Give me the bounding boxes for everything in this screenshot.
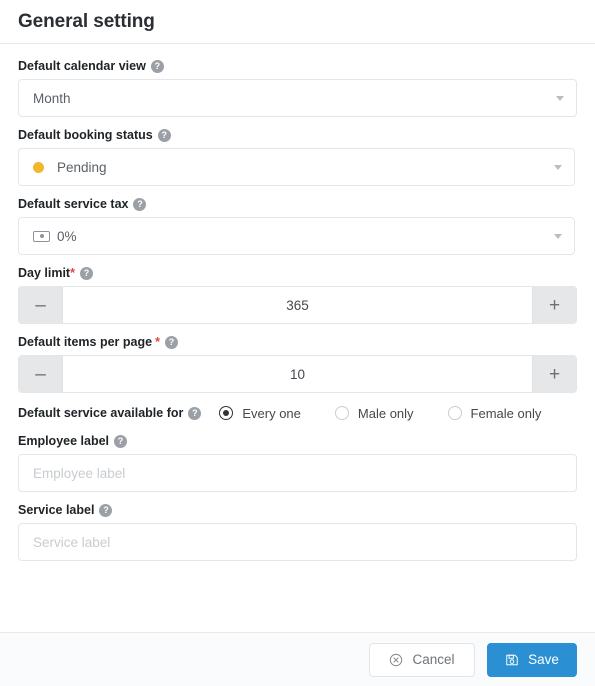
label-items-per-page: Default items per page * ? (18, 334, 577, 350)
label-default-calendar-view: Default calendar view ? (18, 58, 577, 74)
field-default-service-tax: Default service tax ? 0% (18, 196, 577, 255)
chevron-down-icon (554, 234, 562, 239)
help-icon[interactable]: ? (79, 266, 93, 280)
help-icon[interactable]: ? (164, 335, 178, 349)
field-day-limit: Day limit * ? – 365 + (18, 265, 577, 324)
save-button-label: Save (528, 652, 559, 667)
floppy-disk-icon (505, 653, 519, 667)
help-icon[interactable]: ? (150, 59, 164, 73)
service-label-input[interactable] (18, 523, 577, 561)
radio-female-only[interactable]: Female only (447, 405, 542, 421)
money-icon (33, 230, 50, 242)
chevron-down-icon (554, 165, 562, 170)
label-service-label: Service label ? (18, 502, 577, 518)
label-default-booking-status: Default booking status ? (18, 127, 577, 143)
booking-status-select[interactable]: Pending (18, 148, 575, 186)
field-service-available-for: Default service available for ? Every on… (18, 405, 577, 421)
label-text: Default items per page (18, 335, 153, 349)
help-icon[interactable]: ? (188, 406, 202, 420)
service-tax-select[interactable]: 0% (18, 217, 575, 255)
field-employee-label: Employee label ? (18, 433, 577, 492)
items-per-page-increment-button[interactable]: + (532, 356, 576, 392)
field-service-label: Service label ? (18, 502, 577, 561)
items-per-page-value[interactable]: 10 (63, 356, 532, 392)
chevron-down-icon (556, 96, 564, 101)
label-employee-label: Employee label ? (18, 433, 577, 449)
help-icon[interactable]: ? (157, 128, 171, 142)
label-text: Service label (18, 503, 95, 517)
day-limit-stepper: – 365 + (18, 286, 577, 324)
general-setting-panel: General setting Default calendar view ? … (0, 0, 595, 686)
service-tax-value: 0% (57, 228, 77, 244)
panel-footer: Cancel Save (0, 632, 595, 686)
calendar-view-select[interactable]: Month (18, 79, 577, 117)
field-items-per-page: Default items per page * ? – 10 + (18, 334, 577, 393)
radio-label: Every one (242, 405, 301, 421)
label-service-available-for: Default service available for ? (18, 405, 202, 421)
cancel-button[interactable]: Cancel (369, 642, 475, 677)
field-default-calendar-view: Default calendar view ? Month (18, 58, 577, 117)
page-title: General setting (18, 10, 155, 32)
radio-every-one[interactable]: Every one (219, 406, 301, 421)
required-marker: * (155, 335, 160, 349)
calendar-view-value: Month (33, 90, 71, 106)
required-marker: * (70, 266, 75, 280)
label-default-service-tax: Default service tax ? (18, 196, 577, 212)
radio-mark-icon (447, 406, 462, 420)
label-day-limit: Day limit * ? (18, 265, 577, 281)
radio-label: Male only (357, 405, 414, 421)
help-icon[interactable]: ? (114, 434, 128, 448)
panel-header: General setting (0, 0, 595, 44)
items-per-page-stepper: – 10 + (18, 355, 577, 393)
label-text: Default calendar view (18, 59, 146, 73)
label-text: Default service tax (18, 197, 129, 211)
radio-mark-icon (219, 406, 234, 420)
day-limit-value[interactable]: 365 (63, 287, 532, 323)
items-per-page-decrement-button[interactable]: – (19, 356, 63, 392)
label-text: Default booking status (18, 128, 153, 142)
field-default-booking-status: Default booking status ? Pending (18, 127, 577, 186)
label-text: Default service available for (18, 406, 184, 420)
label-text: Day limit (18, 266, 71, 280)
radio-label: Female only (470, 405, 542, 421)
help-icon[interactable]: ? (99, 503, 113, 517)
radio-male-only[interactable]: Male only (334, 405, 414, 421)
label-text: Employee label (18, 434, 110, 448)
day-limit-decrement-button[interactable]: – (19, 287, 63, 323)
day-limit-increment-button[interactable]: + (532, 287, 576, 323)
circle-x-icon (389, 653, 403, 667)
status-dot-icon (33, 161, 44, 173)
cancel-button-label: Cancel (412, 652, 455, 667)
help-icon[interactable]: ? (133, 197, 147, 211)
panel-body: Default calendar view ? Month Default bo… (0, 44, 595, 632)
employee-label-input[interactable] (18, 454, 577, 492)
booking-status-value: Pending (57, 159, 107, 175)
save-button[interactable]: Save (487, 642, 577, 677)
radio-mark-icon (334, 406, 349, 420)
